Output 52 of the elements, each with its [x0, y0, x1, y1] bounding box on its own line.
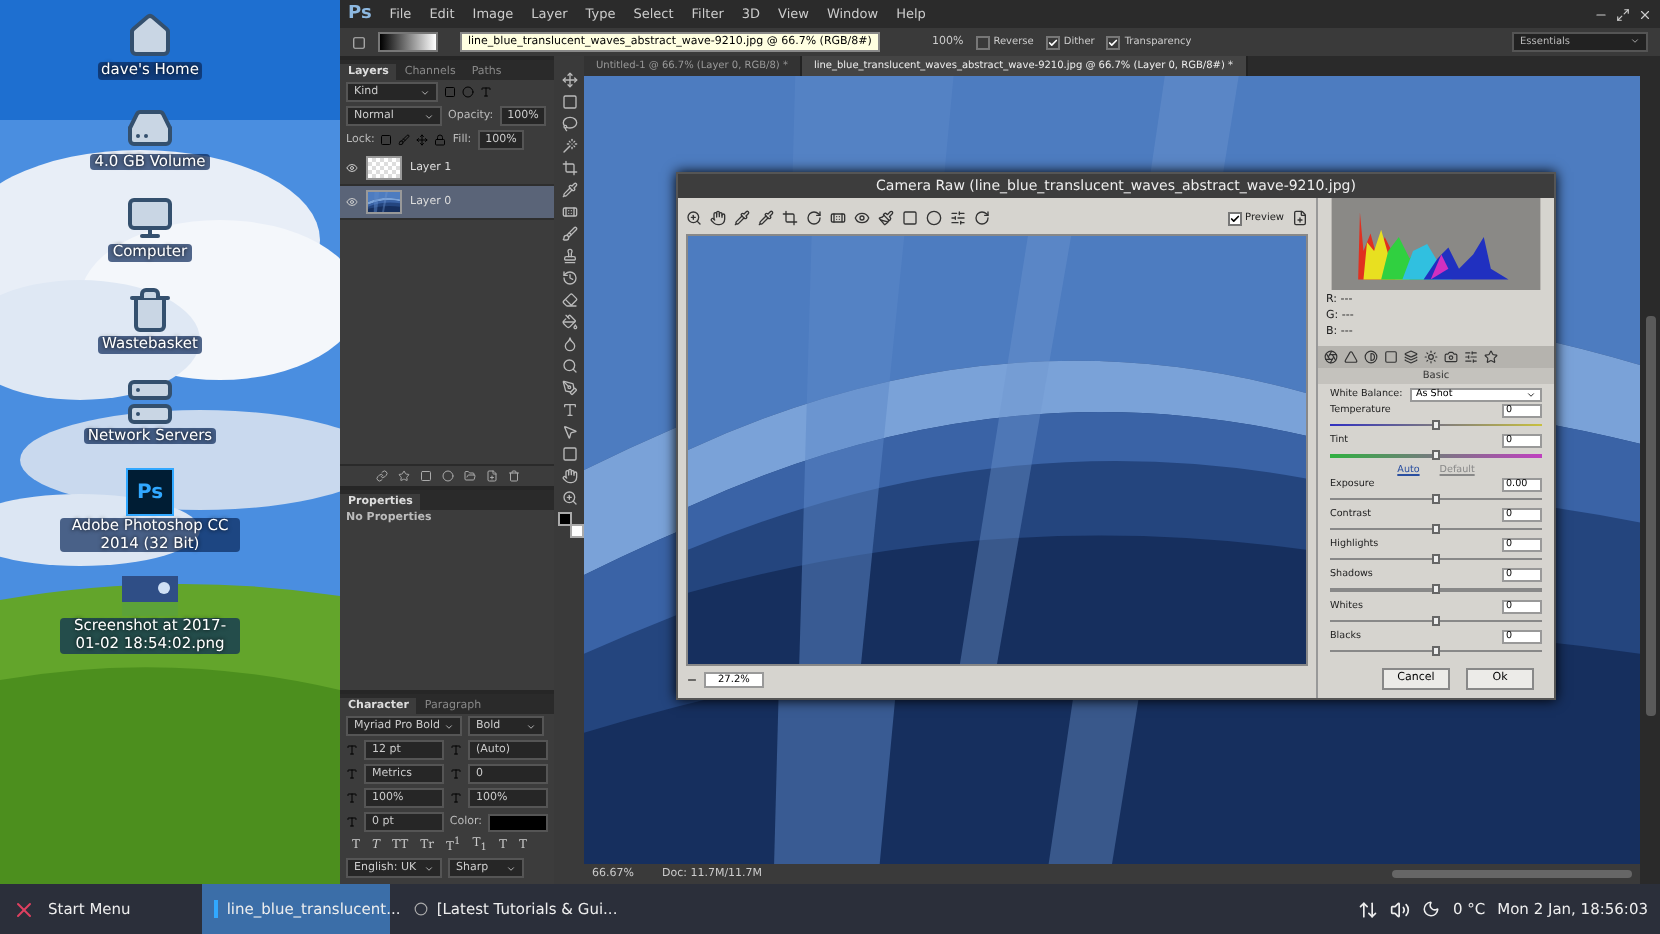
bandage-icon[interactable]: [561, 204, 577, 220]
start-icon[interactable]: [12, 897, 36, 921]
app-logo: Ps: [348, 4, 372, 24]
app-icon: Ps: [126, 468, 174, 517]
rectangle-icon[interactable]: [561, 446, 577, 462]
lasso-icon[interactable]: [561, 116, 577, 132]
scrollbar[interactable]: [1645, 316, 1655, 716]
link-icon[interactable]: [375, 470, 387, 482]
computer-icon: [126, 194, 174, 243]
network-icon: [126, 377, 174, 425]
folder-icon[interactable]: [463, 470, 475, 482]
image-file-icon: [122, 576, 178, 617]
crop-icon[interactable]: [561, 160, 577, 176]
network-icon[interactable]: [1358, 899, 1379, 919]
close-icon[interactable]: [1638, 7, 1652, 21]
pen-icon[interactable]: [561, 380, 577, 396]
marquee-icon[interactable]: [561, 94, 577, 110]
paint-bucket-icon[interactable]: [561, 314, 577, 330]
maximize-icon[interactable]: [1616, 7, 1630, 21]
checkbox[interactable]: [975, 35, 990, 49]
gradient-swatch[interactable]: [378, 32, 438, 52]
layer-thumbnail: [366, 156, 402, 180]
gradient-tool-icon[interactable]: [352, 35, 366, 49]
droplet-icon[interactable]: [561, 336, 577, 352]
move-icon[interactable]: [561, 72, 577, 88]
history-brush-icon[interactable]: [561, 270, 577, 286]
checkbox[interactable]: [1045, 35, 1060, 49]
new-layer-icon[interactable]: [485, 470, 497, 482]
magnifier-icon[interactable]: [561, 358, 577, 374]
trash-icon[interactable]: [507, 470, 519, 482]
brush-icon[interactable]: [561, 226, 577, 242]
stamp-icon[interactable]: [561, 248, 577, 264]
color-swatch[interactable]: [488, 813, 548, 831]
eraser-icon[interactable]: [561, 292, 577, 308]
trash-icon: [126, 285, 174, 334]
pointer-icon[interactable]: [561, 424, 577, 440]
zoom-icon[interactable]: [561, 490, 577, 506]
wand-icon[interactable]: [561, 138, 577, 154]
hand-icon[interactable]: [561, 468, 577, 484]
caret-icon[interactable]: [1630, 36, 1640, 46]
eyedropper-icon[interactable]: [561, 182, 577, 198]
type-icon[interactable]: [561, 402, 577, 418]
checkbox[interactable]: [1106, 35, 1121, 49]
background-swatch[interactable]: [569, 524, 583, 538]
scrollbar[interactable]: [1392, 870, 1632, 878]
moon-icon: [1422, 900, 1441, 918]
mask-icon[interactable]: [419, 470, 431, 482]
volume-icon[interactable]: [1390, 899, 1411, 919]
effects-icon[interactable]: [397, 470, 409, 482]
adjustment-icon[interactable]: [441, 470, 453, 482]
browser-icon: [414, 902, 429, 916]
foreground-swatch[interactable]: [557, 512, 571, 526]
